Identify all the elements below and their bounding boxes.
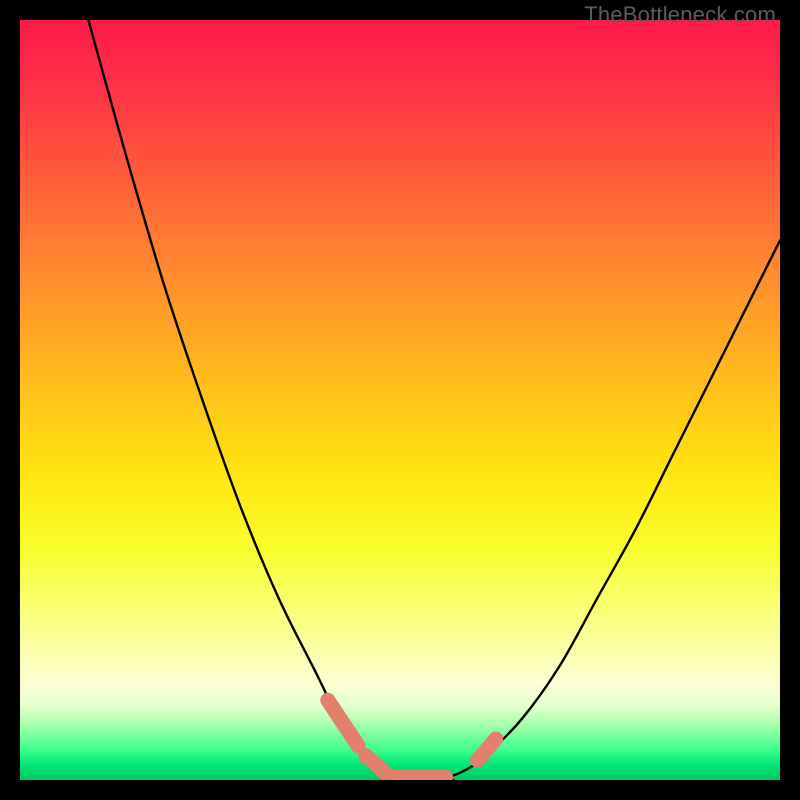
curve-right-branch [438, 240, 780, 780]
highlight-marker-1 [366, 756, 385, 773]
outer-frame: TheBottleneck.com [0, 0, 800, 800]
watermark-text: TheBottleneck.com [584, 2, 776, 28]
bottleneck-curve [88, 20, 780, 780]
highlight-markers [328, 700, 496, 777]
curve-left-branch [88, 20, 400, 780]
plot-area [20, 20, 780, 780]
highlight-marker-0 [328, 700, 358, 746]
curve-layer [20, 20, 780, 780]
highlight-marker-3 [478, 739, 496, 760]
